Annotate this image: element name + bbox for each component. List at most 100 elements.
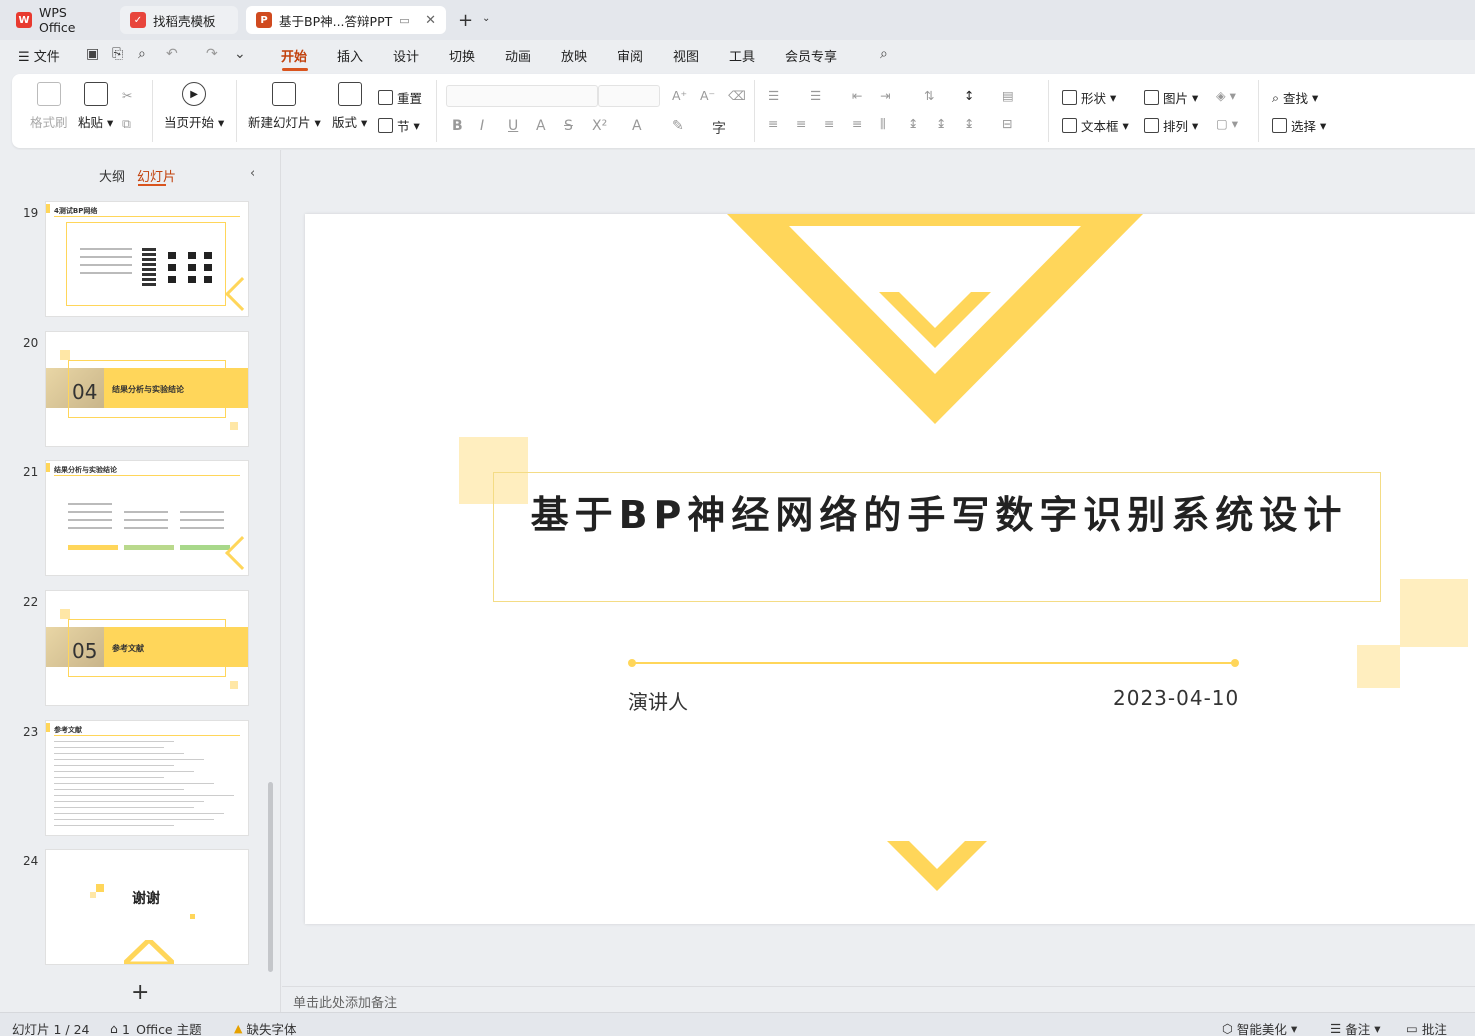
numbered-list-icon[interactable]: ☰	[810, 88, 821, 103]
redo-icon[interactable]: ↷	[206, 46, 218, 62]
superscript-icon[interactable]: X²	[592, 118, 607, 134]
notes-icon: ☰	[1330, 1021, 1342, 1036]
align-left-icon[interactable]: ≡	[768, 116, 778, 131]
presentation-date[interactable]: 2023-04-10	[1113, 686, 1239, 710]
strikethrough-icon[interactable]: A	[536, 118, 546, 134]
speaker-label[interactable]: 演讲人	[628, 686, 688, 715]
divider	[1048, 80, 1049, 142]
text-direction-icon[interactable]: ⇅	[924, 88, 934, 103]
clear-format-icon[interactable]: ⌫	[728, 88, 746, 103]
tab-outline[interactable]: 大纲	[99, 166, 125, 185]
slide-thumbnail-24[interactable]: 谢谢	[46, 850, 248, 964]
export-icon[interactable]: ⎘	[112, 46, 123, 62]
decrease-font-icon[interactable]: A⁻	[700, 88, 715, 103]
increase-indent-icon[interactable]: ⇥	[880, 88, 890, 103]
thumbnail-section-number: 05	[72, 639, 98, 663]
search-icon[interactable]: ⌕	[880, 46, 888, 62]
align-right-icon[interactable]: ≡	[824, 116, 834, 131]
columns-icon[interactable]: ▤	[1002, 88, 1014, 103]
menu-slideshow[interactable]: 放映	[561, 46, 587, 65]
italic-icon[interactable]: I	[480, 118, 484, 134]
menu-home[interactable]: 开始	[281, 46, 307, 65]
underline-icon[interactable]: U	[508, 118, 518, 134]
text-align-icon[interactable]: ⊟	[1002, 116, 1012, 131]
scrollbar[interactable]	[268, 782, 273, 972]
font-family-select[interactable]	[446, 85, 598, 107]
phonetic-icon[interactable]: 字	[712, 118, 726, 138]
layout-button[interactable]: 版式 ▾	[332, 82, 367, 131]
distribute-icon[interactable]: ⫼	[880, 116, 886, 132]
font-color-icon[interactable]: A	[632, 118, 642, 134]
tab-docer-templates[interactable]: ✓ 找稻壳模板	[120, 6, 238, 34]
undo-icon[interactable]: ↶	[166, 46, 178, 62]
paste-button[interactable]: 粘贴 ▾	[78, 82, 113, 131]
notes-toggle-button[interactable]: ☰ 备注 ▾	[1330, 1019, 1381, 1036]
justify-icon[interactable]: ≡	[852, 116, 862, 131]
comments-button[interactable]: ▭ 批注	[1406, 1019, 1447, 1036]
fill-icon[interactable]: ◈ ▾	[1216, 88, 1236, 103]
select-button[interactable]: 选择 ▾	[1272, 116, 1326, 135]
copy-icon[interactable]: ⧉	[122, 116, 131, 132]
save-icon[interactable]: ▣	[86, 46, 99, 62]
tab-current-document[interactable]: P 基于BP神...答辩PPT ▭ ✕	[246, 6, 446, 34]
add-slide-button[interactable]: +	[131, 980, 149, 1005]
theme-button[interactable]: ⌂ 1_Office 主题	[110, 1019, 202, 1036]
chevron-down-icon[interactable]: ⌄	[234, 46, 246, 62]
tab-slides[interactable]: 幻灯片	[137, 166, 176, 185]
new-slide-button[interactable]: 新建幻灯片 ▾	[248, 82, 321, 131]
paragraph-spacing-icon[interactable]: ↨	[936, 116, 946, 131]
align-center-icon[interactable]: ≡	[796, 116, 806, 131]
menu-view[interactable]: 视图	[673, 46, 699, 65]
close-icon[interactable]: ✕	[425, 13, 436, 28]
arrange-button[interactable]: 排列 ▾	[1144, 116, 1198, 135]
menu-design[interactable]: 设计	[393, 46, 419, 65]
reset-button[interactable]: 重置	[378, 88, 422, 107]
start-from-current-button[interactable]: ▶ 当页开始 ▾	[164, 82, 224, 131]
menu-tools[interactable]: 工具	[729, 46, 755, 65]
print-preview-icon[interactable]: ⌕	[138, 46, 146, 62]
format-painter-button[interactable]: 格式刷	[30, 82, 68, 131]
font-size-select[interactable]	[598, 85, 660, 107]
find-button[interactable]: ⌕ 查找 ▾	[1272, 88, 1318, 107]
file-menu[interactable]: ☰ 文件	[18, 46, 60, 65]
menu-insert[interactable]: 插入	[337, 46, 363, 65]
menu-transition[interactable]: 切换	[449, 46, 475, 65]
menu-animation[interactable]: 动画	[505, 46, 531, 65]
collapse-panel-icon[interactable]: ‹	[250, 166, 255, 181]
decrease-indent-icon[interactable]: ⇤	[852, 88, 862, 103]
bullet-list-icon[interactable]: ☰	[768, 88, 779, 103]
picture-button[interactable]: 图片 ▾	[1144, 88, 1198, 107]
increase-font-icon[interactable]: A⁺	[672, 88, 687, 103]
spacing-options-icon[interactable]: ↨	[964, 116, 974, 131]
divider	[754, 80, 755, 142]
notes-pane[interactable]: 单击此处添加备注	[282, 986, 1475, 1012]
slide-number: 20	[23, 336, 39, 350]
missing-fonts-button[interactable]: ▲ 缺失字体	[234, 1019, 296, 1036]
line-spacing-icon[interactable]: ↨	[908, 116, 918, 131]
section-button[interactable]: 节 ▾	[378, 116, 420, 135]
new-tab-button[interactable]: +	[458, 10, 473, 31]
slide-thumbnail-22[interactable]: 05 参考文献	[46, 591, 248, 705]
thumbnail-title: 结果分析与实验结论	[54, 466, 117, 474]
textbox-button[interactable]: 文本框 ▾	[1062, 116, 1129, 135]
menu-review[interactable]: 审阅	[617, 46, 643, 65]
tab-wps-office[interactable]: W WPS Office	[6, 5, 116, 35]
cut-icon[interactable]: ✂	[122, 88, 132, 103]
sort-icon[interactable]: ↕	[964, 88, 974, 103]
slide-thumbnail-23[interactable]: 参考文献	[46, 721, 248, 835]
outline-icon[interactable]: ▢ ▾	[1216, 116, 1238, 131]
slide-thumbnail-20[interactable]: 04 结果分析与实验结论	[46, 332, 248, 446]
shape-label: 形状	[1081, 91, 1107, 106]
slide-thumbnail-19[interactable]: 4测试BP网络	[46, 202, 248, 316]
smart-beautify-button[interactable]: ⬡ 智能美化 ▾	[1222, 1019, 1297, 1036]
strike-icon[interactable]: S	[564, 118, 573, 134]
monitor-icon[interactable]: ▭	[399, 14, 409, 27]
bold-icon[interactable]: B	[452, 118, 463, 134]
slide-canvas[interactable]: 基于BP神经网络的手写数字识别系统设计 演讲人 2023-04-10	[305, 214, 1475, 924]
slide-title[interactable]: 基于BP神经网络的手写数字识别系统设计	[519, 490, 1359, 540]
slide-thumbnail-21[interactable]: 结果分析与实验结论	[46, 461, 248, 575]
chevron-down-icon[interactable]: ⌄	[482, 13, 490, 24]
shape-button[interactable]: 形状 ▾	[1062, 88, 1116, 107]
highlight-icon[interactable]: ✎	[672, 118, 684, 134]
menu-membership[interactable]: 会员专享	[785, 46, 837, 65]
